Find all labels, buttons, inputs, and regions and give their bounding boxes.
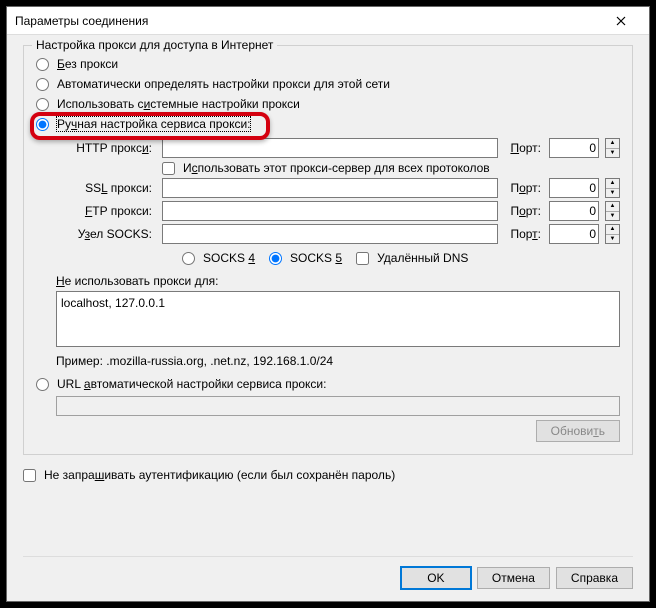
remote-dns[interactable]: Удалённый DNS: [356, 251, 468, 265]
radio-manual[interactable]: Ручная настройка сервиса прокси:: [36, 114, 620, 134]
http-proxy-row: HTTP прокси: Порт: ▲▼: [56, 138, 620, 158]
radio-pac-input[interactable]: [36, 378, 49, 391]
dialog-window: Параметры соединения Настройка прокси дл…: [6, 6, 650, 602]
socks-port-input[interactable]: [549, 224, 599, 244]
radio-no-proxy[interactable]: Без прокси: [36, 54, 620, 74]
socks4-radio[interactable]: SOCKS 4: [182, 248, 255, 268]
radio-auto-detect[interactable]: Автоматически определять настройки прокс…: [36, 74, 620, 94]
radio-no-proxy-input[interactable]: [36, 58, 49, 71]
socks-proxy-row: Узел SOCKS: Порт: ▲▼: [56, 224, 620, 244]
ssl-proxy-input[interactable]: [162, 178, 498, 198]
socks5-radio[interactable]: SOCKS 5: [269, 248, 342, 268]
window-title: Параметры соединения: [15, 14, 148, 28]
radio-pac[interactable]: URL автоматической настройки сервиса про…: [36, 374, 620, 394]
close-button[interactable]: [601, 9, 641, 33]
ftp-proxy-label: FTP прокси:: [56, 204, 156, 218]
http-port-input[interactable]: [549, 138, 599, 158]
radio-system[interactable]: Использовать системные настройки прокси: [36, 94, 620, 114]
cancel-button[interactable]: Отмена: [477, 567, 550, 589]
radio-auto-detect-label: Автоматически определять настройки прокс…: [57, 77, 390, 91]
titlebar: Параметры соединения: [7, 7, 649, 35]
button-bar: OK Отмена Справка: [23, 556, 633, 589]
http-port-spinner[interactable]: ▲▼: [605, 138, 620, 158]
ssl-port-spinner[interactable]: ▲▼: [605, 178, 620, 198]
reload-button[interactable]: Обновить: [536, 420, 620, 442]
auth-checkbox[interactable]: [23, 469, 36, 482]
share-proxy-row: Использовать этот прокси-сервер для всех…: [162, 161, 620, 175]
socks-port-label: Порт:: [504, 227, 543, 241]
ftp-proxy-row: FTP прокси: Порт: ▲▼: [56, 201, 620, 221]
socks-proxy-input[interactable]: [162, 224, 498, 244]
ssl-port-label: Порт:: [504, 181, 543, 195]
remote-dns-checkbox[interactable]: [356, 252, 369, 265]
socks5-label: SOCKS 5: [290, 251, 342, 265]
ssl-proxy-row: SSL прокси: Порт: ▲▼: [56, 178, 620, 198]
ftp-proxy-input[interactable]: [162, 201, 498, 221]
socks-version-row: SOCKS 4 SOCKS 5 Удалённый DNS: [182, 248, 620, 268]
reload-row: Обновить: [36, 420, 620, 442]
radio-system-input[interactable]: [36, 98, 49, 111]
ssl-port-input[interactable]: [549, 178, 599, 198]
radio-system-label: Использовать системные настройки прокси: [57, 97, 300, 111]
auth-label: Не запрашивать аутентификацию (если был …: [44, 468, 395, 482]
pac-input-row: [56, 396, 620, 416]
proxy-fieldset: Настройка прокси для доступа в Интернет …: [23, 45, 633, 455]
radio-pac-label: URL автоматической настройки сервиса про…: [57, 377, 326, 391]
radio-manual-input[interactable]: [36, 118, 49, 131]
http-proxy-label: HTTP прокси:: [56, 141, 156, 155]
auth-row[interactable]: Не запрашивать аутентификацию (если был …: [23, 468, 633, 482]
help-button[interactable]: Справка: [556, 567, 633, 589]
noproxy-example: Пример: .mozilla-russia.org, .net.nz, 19…: [56, 354, 620, 368]
socks4-input[interactable]: [182, 252, 195, 265]
socks5-input[interactable]: [269, 252, 282, 265]
remote-dns-label: Удалённый DNS: [377, 251, 468, 265]
close-icon: [616, 16, 626, 26]
noproxy-label: Не использовать прокси для:: [56, 274, 620, 288]
fieldset-legend: Настройка прокси для доступа в Интернет: [32, 38, 277, 52]
socks-port-spinner[interactable]: ▲▼: [605, 224, 620, 244]
noproxy-textarea[interactable]: [56, 291, 620, 347]
proxy-grid: HTTP прокси: Порт: ▲▼ Использовать этот …: [56, 138, 620, 368]
socks-proxy-label: Узел SOCKS:: [56, 227, 156, 241]
radio-no-proxy-label: Без прокси: [57, 57, 118, 71]
ok-button[interactable]: OK: [401, 567, 471, 589]
ssl-proxy-label: SSL прокси:: [56, 181, 156, 195]
http-port-label: Порт:: [504, 141, 543, 155]
radio-manual-label: Ручная настройка сервиса прокси:: [57, 117, 250, 131]
dialog-content: Настройка прокси для доступа в Интернет …: [7, 35, 649, 601]
radio-auto-detect-input[interactable]: [36, 78, 49, 91]
ftp-port-label: Порт:: [504, 204, 543, 218]
ftp-port-spinner[interactable]: ▲▼: [605, 201, 620, 221]
pac-url-input[interactable]: [56, 396, 620, 416]
share-proxy-checkbox[interactable]: [162, 162, 175, 175]
ftp-port-input[interactable]: [549, 201, 599, 221]
http-proxy-input[interactable]: [162, 138, 498, 158]
socks4-label: SOCKS 4: [203, 251, 255, 265]
share-proxy-label: Использовать этот прокси-сервер для всех…: [183, 161, 490, 175]
